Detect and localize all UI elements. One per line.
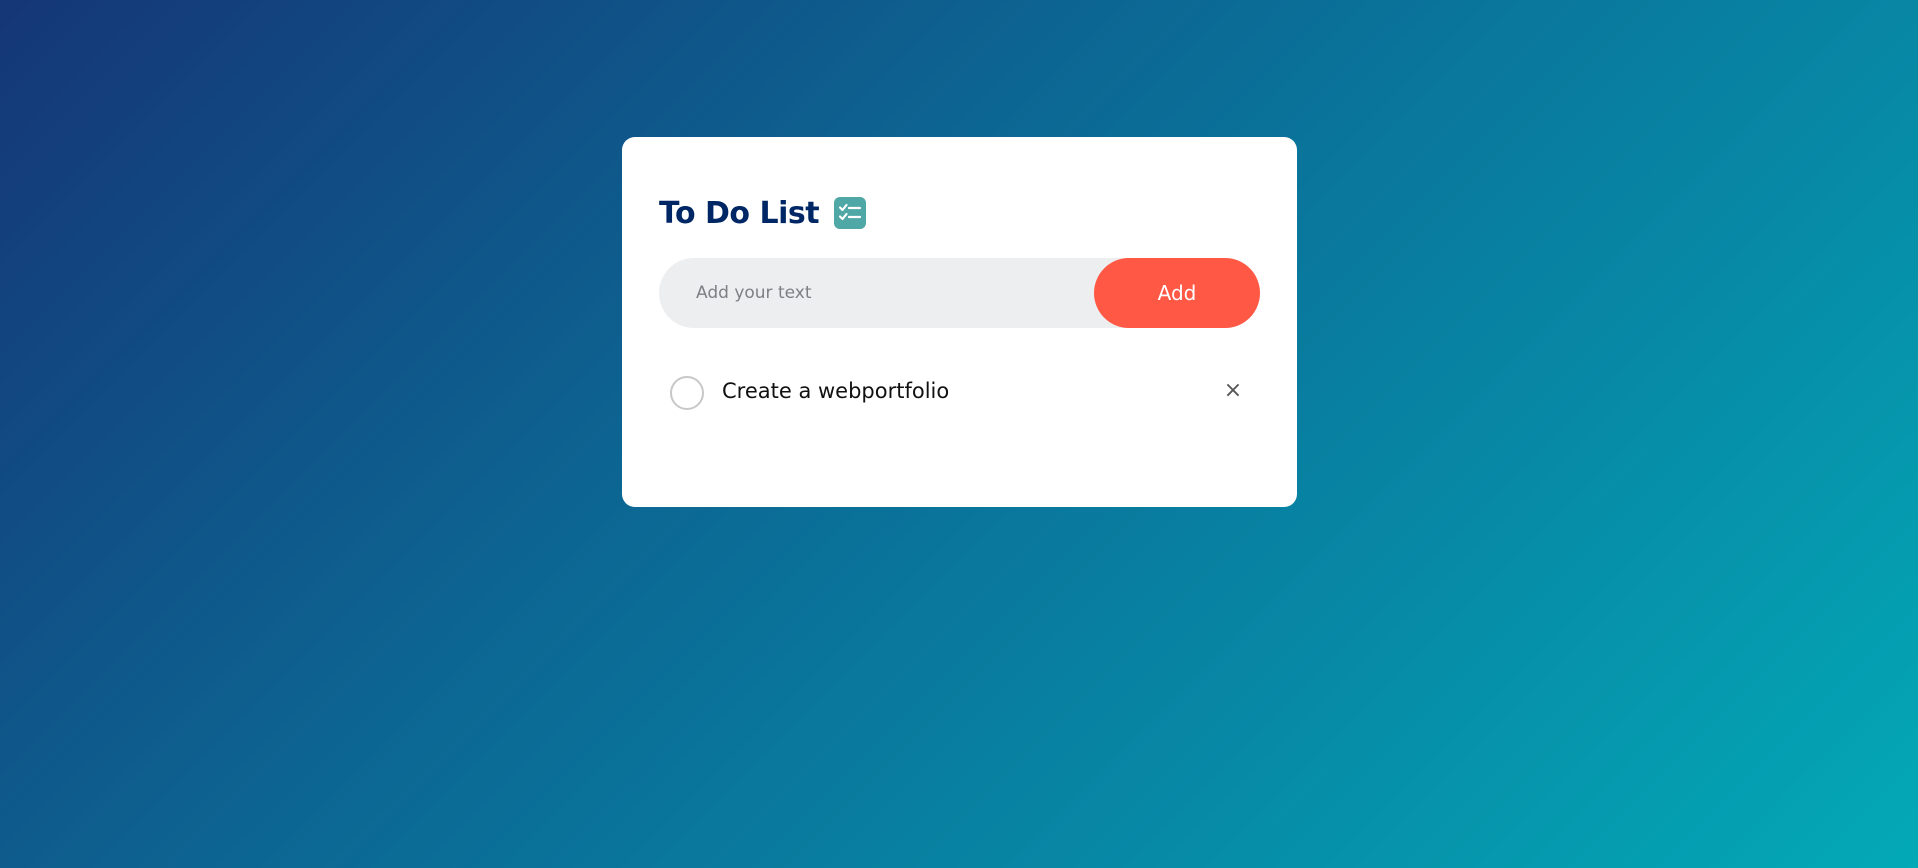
checklist-icon [834, 197, 867, 229]
close-icon[interactable]: × [1218, 375, 1248, 405]
add-button[interactable]: Add [1094, 258, 1260, 328]
todo-card: To Do List Add Create a webportfolio × [622, 137, 1297, 507]
task-text: Create a webportfolio [722, 379, 950, 403]
app-title: To Do List [659, 195, 820, 231]
list-item[interactable]: Create a webportfolio × [659, 369, 1260, 417]
unchecked-circle-icon[interactable] [670, 376, 704, 410]
add-task-row: Add [659, 258, 1260, 328]
title-row: To Do List [659, 191, 867, 235]
task-list: Create a webportfolio × [659, 369, 1260, 417]
